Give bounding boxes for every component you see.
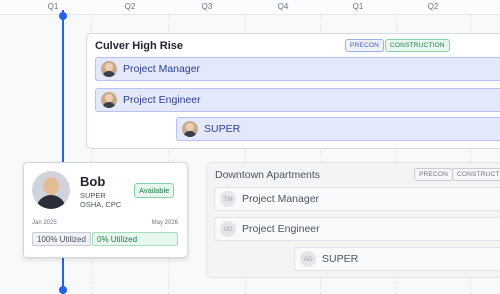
person-card[interactable]: Bob SUPER OSHA, CPC Available Jan 2025 M…: [23, 162, 188, 258]
phase-tag-precon: PRECON: [345, 39, 385, 52]
role-bar-super[interactable]: SUPER: [176, 117, 500, 141]
role-label: Project Engineer: [123, 94, 201, 106]
role-label: SUPER: [204, 123, 241, 135]
role-label: Project Engineer: [242, 223, 320, 235]
tick-q2-next: Q2: [427, 2, 439, 11]
tick-q1-next: Q1: [352, 2, 364, 11]
role-bar-super[interactable]: AD SUPER: [294, 247, 500, 271]
avatar: [182, 121, 198, 137]
role-bar-project-manager[interactable]: TM Project Manager: [214, 187, 500, 211]
phase-tag-precon: PRECON: [414, 168, 454, 181]
project-culver-high-rise[interactable]: Culver High Rise PRECON CONSTRUCTION Pro…: [86, 33, 500, 149]
start-date: Jan 2025: [32, 220, 57, 226]
role-bar-project-manager[interactable]: Project Manager: [95, 57, 500, 81]
role-label: Project Manager: [123, 63, 201, 75]
role-bar-project-engineer[interactable]: Project Engineer: [95, 88, 500, 112]
project-downtown-apartments[interactable]: Downtown Apartments PRECON CONSTRUCTION …: [206, 162, 500, 278]
avatar: [101, 92, 117, 108]
phase-tag-construction: CONSTRUCTION: [452, 168, 500, 181]
phase-tag-construction: CONSTRUCTION: [385, 39, 450, 52]
avatar-initials: AD: [300, 251, 316, 267]
avatar: [101, 61, 117, 77]
availability-badge: Available: [134, 183, 175, 198]
avatar-initials: VD: [220, 221, 236, 237]
end-date: May 2026: [151, 220, 178, 226]
avatar-initials: TM: [220, 191, 236, 207]
date-range: Jan 2025 May 2026: [32, 220, 178, 226]
project-title: Culver High Rise: [95, 40, 184, 52]
utilization-segment-full: 100% Utilized: [32, 232, 91, 246]
person-certifications: OSHA, CPC: [80, 200, 122, 209]
project-title: Downtown Apartments: [215, 169, 321, 181]
tick-q1: Q1: [47, 2, 59, 11]
role-label: SUPER: [322, 253, 359, 265]
utilization-segment-open: 0% Utilized: [92, 232, 178, 246]
today-marker: [59, 12, 67, 20]
role-label: Project Manager: [242, 193, 320, 205]
role-bar-project-engineer[interactable]: VD Project Engineer: [214, 217, 500, 241]
today-marker-bottom: [59, 286, 67, 294]
tick-q2: Q2: [124, 2, 136, 11]
tick-q3: Q3: [201, 2, 213, 11]
person-role: SUPER: [80, 191, 106, 200]
timeline-header: Q1 Q2 Q3 Q4 Q1 Q2: [0, 0, 500, 15]
person-name: Bob: [80, 174, 106, 189]
tick-q4: Q4: [277, 2, 289, 11]
avatar: [32, 171, 70, 209]
